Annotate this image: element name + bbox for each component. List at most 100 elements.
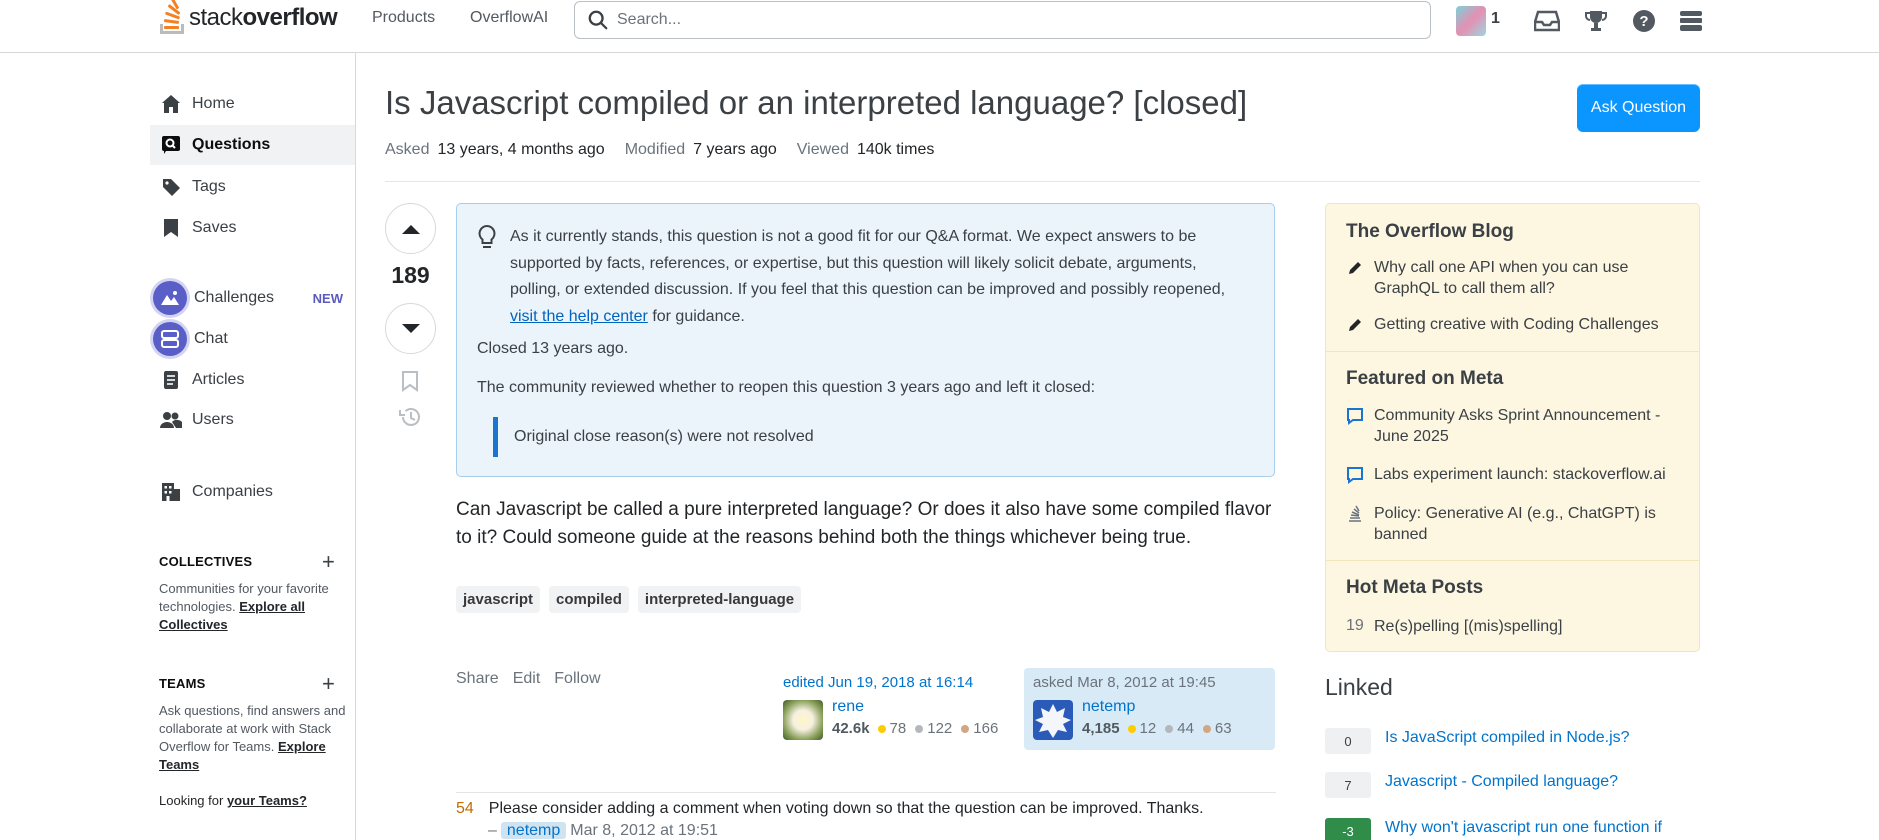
help-icon[interactable]: ? [1630, 7, 1658, 35]
collectives-description: Communities for your favorite technologi… [159, 581, 329, 632]
articles-icon [160, 369, 182, 391]
linked-heading: Linked [1325, 674, 1393, 700]
help-center-link[interactable]: visit the help center [510, 308, 648, 325]
view-count: 140k times [856, 141, 935, 158]
history-button[interactable] [398, 406, 422, 433]
downvote-button[interactable] [385, 303, 436, 354]
edited-time-link[interactable]: edited Jun 19, 2018 at 16:14 [783, 674, 973, 691]
companies-icon [160, 481, 182, 503]
tag-icon [160, 176, 182, 198]
bookmark-icon [160, 217, 182, 239]
looking-for-teams: Looking for your Teams? [159, 793, 307, 808]
post-actions: Share Edit Follow [456, 670, 601, 688]
closed-time: Closed 13 years ago. [477, 340, 629, 357]
pencil-icon [1346, 316, 1364, 334]
linked-score: 7 [1325, 772, 1371, 798]
sidebar-item-companies[interactable]: Companies [150, 472, 355, 512]
review-text: The community reviewed whether to reopen… [477, 379, 1096, 396]
collectives-add-button[interactable]: + [322, 551, 335, 573]
question-title[interactable]: Is Javascript compiled or an interpreted… [385, 84, 1247, 122]
meta-heading: Featured on Meta [1346, 368, 1504, 389]
linked-link[interactable]: Javascript - Compiled language? [1385, 772, 1685, 792]
challenges-icon [153, 281, 187, 315]
search-input[interactable] [617, 11, 1397, 29]
stack-icon [1346, 505, 1364, 523]
sidebar-item-users[interactable]: Users [150, 400, 355, 440]
follow-link[interactable]: Follow [554, 670, 600, 688]
questions-icon [160, 134, 182, 156]
overflowai-link[interactable]: OverflowAI [470, 9, 548, 27]
user-avatar[interactable] [1456, 6, 1486, 36]
site-switcher-icon[interactable] [1677, 7, 1705, 35]
bookmark-icon [402, 371, 418, 392]
linked-score: 0 [1325, 728, 1371, 754]
linked-link[interactable]: Is JavaScript compiled in Node.js? [1385, 728, 1685, 748]
search-icon [588, 10, 608, 30]
ask-question-button[interactable]: Ask Question [1577, 84, 1700, 132]
blog-item[interactable]: Why call one API when you can use GraphQ… [1374, 257, 1684, 299]
tag-javascript[interactable]: javascript [456, 586, 541, 613]
asker-signature: asked Mar 8, 2012 at 19:45 netemp 4,185 … [1024, 668, 1275, 750]
arrow-down-icon [401, 323, 420, 333]
products-link[interactable]: Products [372, 9, 435, 27]
inbox-icon[interactable] [1533, 7, 1561, 35]
hot-post-count: 19 [1346, 617, 1364, 634]
teams-description: Ask questions, find answers and collabor… [159, 703, 346, 772]
editor-signature: edited Jun 19, 2018 at 16:14 rene 42.6k … [774, 668, 1004, 750]
your-teams-link[interactable]: your Teams? [227, 793, 307, 808]
svg-text:?: ? [1639, 13, 1648, 30]
meta-item[interactable]: Community Asks Sprint Announcement - Jun… [1374, 405, 1684, 447]
bookmark-button[interactable] [401, 370, 419, 397]
linked-link[interactable]: Why won't javascript run one function if [1385, 818, 1685, 838]
hot-post-link[interactable]: Re(s)pelling [(mis)spelling] [1374, 616, 1684, 637]
asked-time: 13 years, 4 months ago [437, 141, 605, 158]
asked-time-link[interactable]: asked Mar 8, 2012 at 19:45 [1033, 674, 1216, 691]
sidebar-widget: The Overflow Blog Why call one API when … [1325, 203, 1700, 652]
editor-reputation: 42.6k 78 122 166 [832, 720, 999, 737]
collectives-heading: COLLECTIVES [159, 554, 253, 569]
users-icon [160, 409, 182, 431]
asker-avatar[interactable] [1033, 700, 1073, 740]
meta-item[interactable]: Labs experiment launch: stackoverflow.ai [1374, 464, 1684, 485]
lightbulb-icon [477, 224, 497, 255]
closed-notice: As it currently stands, this question is… [456, 203, 1275, 477]
tag-interpreted-language[interactable]: interpreted-language [637, 586, 802, 613]
editor-name[interactable]: rene [832, 698, 864, 716]
history-icon [399, 408, 420, 426]
achievements-icon[interactable] [1582, 7, 1610, 35]
sidebar-item-articles[interactable]: Articles [150, 360, 355, 400]
linked-item: -3 Why won't javascript run one function… [1325, 818, 1685, 840]
top-bar: stackoverflow Products OverflowAI 1 ? [0, 0, 1879, 53]
arrow-up-icon [401, 224, 420, 234]
tag-compiled[interactable]: compiled [549, 586, 629, 613]
comment: 54 Please consider adding a comment when … [456, 800, 1286, 818]
asker-name[interactable]: netemp [1082, 698, 1135, 716]
stackoverflow-logo[interactable]: stackoverflow [159, 0, 338, 36]
sidebar-item-saves[interactable]: Saves [150, 208, 355, 248]
teams-add-button[interactable]: + [322, 673, 335, 695]
editor-avatar[interactable] [783, 700, 823, 740]
edit-link[interactable]: Edit [513, 670, 541, 688]
user-reputation: 1 [1491, 10, 1500, 27]
comment-meta: – netemp Mar 8, 2012 at 19:51 [488, 822, 718, 839]
sidebar-item-tags[interactable]: Tags [150, 167, 355, 207]
asker-reputation: 4,185 12 44 63 [1082, 720, 1232, 737]
search-box [574, 1, 1431, 39]
meta-item[interactable]: Policy: Generative AI (e.g., ChatGPT) is… [1374, 503, 1684, 545]
comment-user-link[interactable]: netemp [500, 822, 567, 839]
blog-item[interactable]: Getting creative with Coding Challenges [1374, 314, 1684, 335]
close-reason: Original close reason(s) were not resolv… [493, 417, 814, 457]
share-link[interactable]: Share [456, 670, 499, 688]
sidebar-item-challenges[interactable]: Challenges NEW [150, 278, 355, 318]
comment-time[interactable]: Mar 8, 2012 at 19:51 [570, 822, 718, 839]
hot-meta-heading: Hot Meta Posts [1346, 577, 1484, 598]
upvote-button[interactable] [385, 203, 436, 254]
chat-bubble-icon [1346, 407, 1364, 425]
sidebar-item-home[interactable]: Home [150, 84, 355, 124]
chat-icon [153, 322, 187, 356]
sidebar-item-questions[interactable]: Questions [150, 125, 355, 165]
new-badge: NEW [312, 290, 343, 306]
sidebar-item-chat[interactable]: Chat [150, 319, 355, 359]
home-icon [160, 93, 182, 115]
teams-heading: TEAMS [159, 676, 206, 691]
